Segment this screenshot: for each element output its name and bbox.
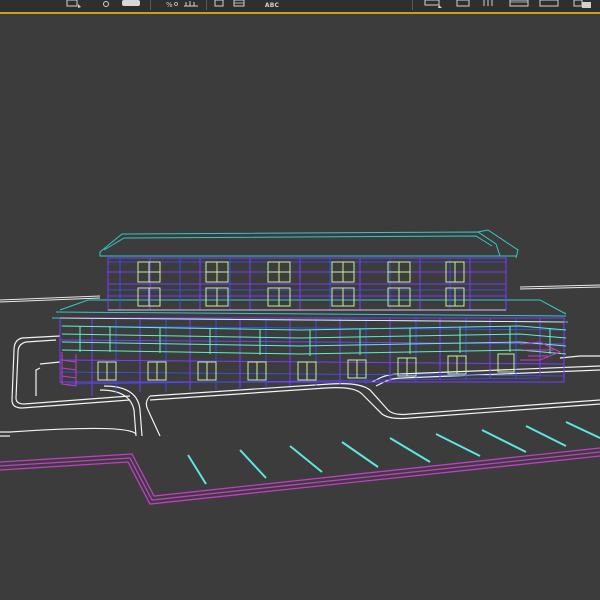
scene-explorer-icon[interactable] xyxy=(572,0,594,10)
render-icon[interactable] xyxy=(480,0,498,10)
site-boundary xyxy=(0,447,600,505)
angle-snap-icon[interactable] xyxy=(182,0,202,10)
stair-accents xyxy=(61,341,562,387)
svg-text:%: % xyxy=(166,1,173,9)
text-style-label: ABC xyxy=(264,1,280,9)
render-frame-icon[interactable] xyxy=(454,0,472,10)
layer-manager-icon[interactable] xyxy=(538,0,560,10)
roof xyxy=(51,229,569,323)
trim-lines xyxy=(59,309,565,323)
edit-named-selection-icon[interactable] xyxy=(232,0,248,10)
render-setup-icon[interactable] xyxy=(422,0,444,10)
material-editor-icon[interactable] xyxy=(508,0,530,10)
move-icon[interactable] xyxy=(120,0,142,10)
wireframe-scene[interactable] xyxy=(0,14,600,600)
text-style-icon[interactable]: ABC xyxy=(262,0,282,10)
align-icon[interactable] xyxy=(212,0,226,10)
percent-snap-icon[interactable]: % xyxy=(164,0,180,10)
building-wireframe xyxy=(51,229,569,396)
rotate-icon[interactable] xyxy=(100,0,112,10)
main-toolbar: % ABC xyxy=(0,0,600,14)
select-object-icon[interactable] xyxy=(64,0,84,10)
perspective-viewport[interactable] xyxy=(0,14,600,600)
